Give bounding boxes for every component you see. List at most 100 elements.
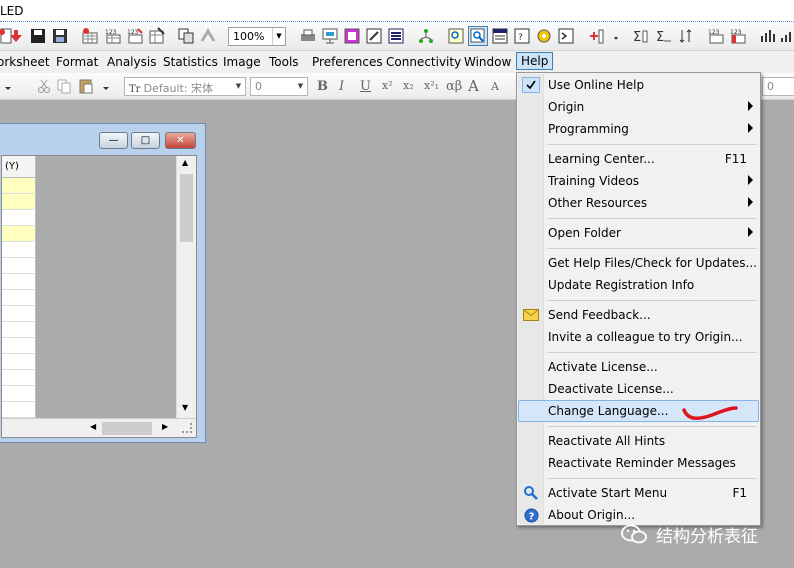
menu-window[interactable]: Window [461, 54, 514, 72]
worksheet-cell[interactable] [2, 210, 36, 226]
menu-item-reactivate-hints[interactable]: Reactivate All Hints [518, 430, 759, 452]
worksheet-cell[interactable] [2, 290, 36, 306]
code-builder-icon[interactable] [386, 26, 406, 46]
worksheet-cell[interactable] [2, 274, 36, 290]
recalculate-icon[interactable] [198, 26, 218, 46]
menu-item-send-feedback[interactable]: Send Feedback... [518, 304, 759, 326]
console-icon[interactable] [556, 26, 576, 46]
italic-button[interactable]: I [339, 79, 344, 94]
worksheet-cell[interactable] [2, 194, 36, 210]
save-as-icon[interactable] [50, 26, 70, 46]
slideshow-icon[interactable] [320, 26, 340, 46]
worksheet-cell[interactable] [2, 242, 36, 258]
super-subscript-button[interactable]: x²₁ [424, 79, 439, 92]
line-width-select[interactable]: 0 [762, 77, 794, 96]
worksheet-cell[interactable] [2, 258, 36, 274]
underline-button[interactable]: U [360, 79, 371, 94]
menu-item-reactivate-reminders[interactable]: Reactivate Reminder Messages [518, 452, 759, 474]
menu-item-open-folder[interactable]: Open Folder [518, 222, 759, 244]
menu-item-invite-colleague[interactable]: Invite a colleague to try Origin... [518, 326, 759, 348]
menu-item-activate-start-menu[interactable]: Activate Start Menu F1 [518, 482, 759, 504]
font-name-dropdown-icon[interactable]: ▼ [232, 78, 245, 95]
close-button[interactable]: ✕ [165, 132, 196, 149]
zoom-select[interactable]: 100% ▼ [228, 27, 286, 46]
scroll-right-icon[interactable]: ▶ [162, 422, 168, 431]
vertical-scrollbar[interactable]: ▲ ▼ [176, 156, 196, 418]
menu-item-origin[interactable]: Origin [518, 96, 759, 118]
worksheet-cell[interactable] [2, 370, 36, 386]
cut-icon[interactable] [34, 76, 54, 96]
horizontal-scroll-thumb[interactable] [102, 422, 152, 435]
open-arrow-icon[interactable] [6, 26, 26, 46]
worksheet-cell[interactable] [2, 322, 36, 338]
row-numbers-icon[interactable]: 123 [728, 26, 748, 46]
menu-item-learning-center[interactable]: Learning Center... F11 [518, 148, 759, 170]
worksheet-cell[interactable] [2, 226, 36, 242]
menu-analysis[interactable]: Analysis [104, 54, 159, 72]
menu-item-deactivate-license[interactable]: Deactivate License... [518, 378, 759, 400]
command-window-icon[interactable]: ? [512, 26, 532, 46]
statistics-sum-icon[interactable]: Σ [653, 26, 673, 46]
scroll-up-icon[interactable]: ▲ [182, 158, 188, 167]
decrease-font-button[interactable]: A [491, 80, 499, 93]
column-chart-icon[interactable] [778, 26, 794, 46]
menu-preferences[interactable]: Preferences [309, 54, 386, 72]
menu-item-update-registration[interactable]: Update Registration Info [518, 274, 759, 296]
worksheet-cell[interactable] [2, 338, 36, 354]
import-wizard-icon[interactable]: 123 [125, 26, 145, 46]
results-log-icon[interactable] [446, 26, 466, 46]
scroll-down-icon[interactable]: ▼ [182, 403, 188, 412]
increase-font-button[interactable]: A [468, 77, 479, 95]
notes-icon[interactable] [364, 26, 384, 46]
worksheet-window[interactable]: — □ ✕ (Y) ▲ ▼ ◀ ▶ [0, 123, 206, 443]
menu-item-get-help-files[interactable]: Get Help Files/Check for Updates... [518, 252, 759, 274]
superscript-button[interactable]: x² [382, 79, 393, 92]
layout-page-icon[interactable] [342, 26, 362, 46]
worksheet-grid[interactable]: (Y) ▲ ▼ ◀ ▶ [1, 155, 197, 438]
add-column-dropdown-icon[interactable] [606, 26, 626, 46]
duplicate-icon[interactable] [176, 26, 196, 46]
paste-dropdown-icon[interactable] [96, 76, 116, 96]
menu-tools[interactable]: Tools [266, 54, 302, 72]
worksheet-cell[interactable] [2, 354, 36, 370]
menu-format[interactable]: Format [53, 54, 101, 72]
sort-icon[interactable] [676, 26, 696, 46]
minimize-button[interactable]: — [99, 132, 128, 149]
export-icon[interactable] [147, 26, 167, 46]
worksheet-cell[interactable] [2, 178, 36, 194]
paste-icon[interactable] [76, 76, 96, 96]
resize-grip-icon[interactable] [182, 423, 192, 433]
font-size-select[interactable]: 0 ▼ [250, 77, 308, 96]
worksheet-cell[interactable] [2, 306, 36, 322]
format-toolbar-dropdown-icon[interactable] [0, 76, 18, 96]
menu-statistics[interactable]: Statistics [160, 54, 221, 72]
font-name-select[interactable]: Tr Default: 宋体 ▼ [124, 77, 246, 96]
add-column-icon[interactable] [586, 26, 606, 46]
worksheet-cell[interactable] [2, 402, 36, 418]
worksheet-cell[interactable] [2, 386, 36, 402]
menu-item-programming[interactable]: Programming [518, 118, 759, 140]
message-log-icon[interactable] [468, 26, 488, 46]
sum-icon[interactable]: Σ [630, 26, 650, 46]
save-icon[interactable] [28, 26, 48, 46]
bar-chart-icon[interactable] [758, 26, 778, 46]
menu-image[interactable]: Image [220, 54, 264, 72]
menu-item-training-videos[interactable]: Training Videos [518, 170, 759, 192]
project-explorer-icon[interactable] [416, 26, 436, 46]
subscript-button[interactable]: x₂ [403, 79, 414, 92]
menu-item-activate-license[interactable]: Activate License... [518, 356, 759, 378]
settings-gear-icon[interactable] [534, 26, 554, 46]
menu-worksheet[interactable]: orksheet [0, 54, 53, 72]
column-header-y[interactable]: (Y) [2, 156, 36, 178]
import-multiple-icon[interactable]: 123 [103, 26, 123, 46]
bold-button[interactable]: B [317, 79, 328, 94]
font-size-dropdown-icon[interactable]: ▼ [294, 78, 307, 95]
print-icon[interactable] [298, 26, 318, 46]
menu-help[interactable]: Help [516, 52, 554, 70]
scroll-left-icon[interactable]: ◀ [90, 422, 96, 431]
menu-connectivity[interactable]: Connectivity [383, 54, 464, 72]
vertical-scroll-thumb[interactable] [180, 174, 193, 242]
copy-icon[interactable] [54, 76, 74, 96]
horizontal-scrollbar[interactable]: ◀ ▶ [2, 418, 196, 437]
maximize-button[interactable]: □ [131, 132, 160, 149]
